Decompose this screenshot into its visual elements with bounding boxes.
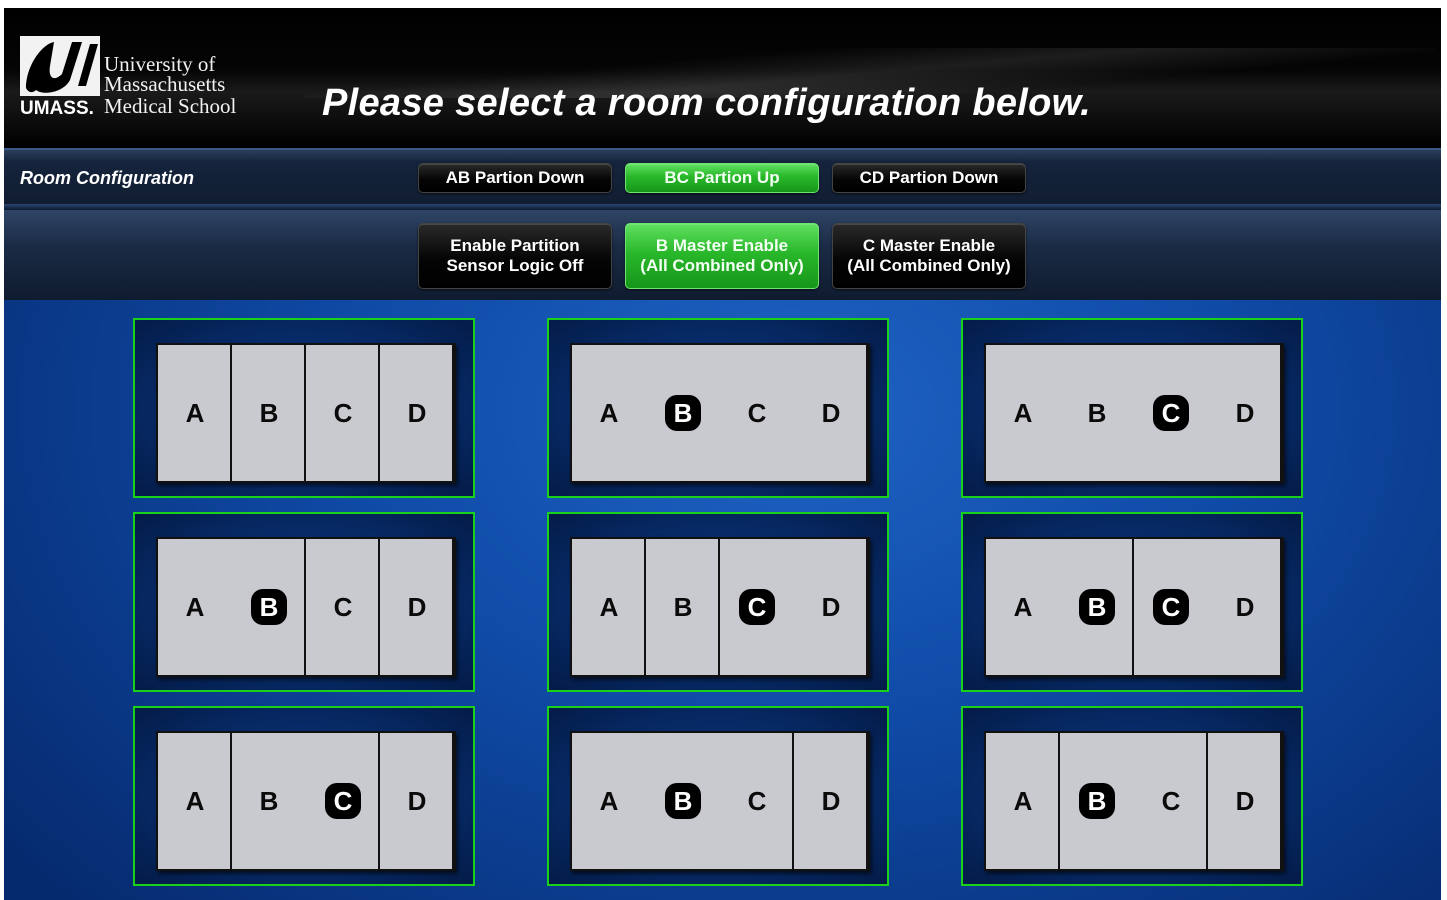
room-label-c-master: C [1153, 395, 1189, 431]
button-label: CD Partion Down [859, 168, 999, 187]
room-diagram: A B C D [156, 731, 456, 871]
room-config-option-5[interactable]: A B C D [547, 512, 889, 692]
button-label-line2: (All Combined Only) [847, 256, 1011, 275]
room-label-a: A [1013, 398, 1033, 428]
room-diagram: A B C D [984, 537, 1284, 677]
bc-partition-up-button[interactable]: BC Partion Up [625, 163, 819, 193]
room-config-option-4[interactable]: A B C D [133, 512, 475, 692]
room-config-option-8[interactable]: A B C D [547, 706, 889, 886]
room-label-c: C [333, 398, 353, 428]
logo-line-3: Medical School [104, 94, 237, 118]
room-label-d: D [407, 592, 427, 622]
room-config-option-3[interactable]: A B C D [961, 318, 1303, 498]
room-label-c: C [747, 786, 767, 816]
room-label-b: B [259, 786, 279, 816]
enable-partition-sensor-button[interactable]: Enable Partition Sensor Logic Off [418, 223, 612, 289]
room-label-d: D [821, 786, 841, 816]
room-diagram: A B C D [570, 537, 870, 677]
button-label: BC Partion Up [664, 168, 780, 187]
room-diagram: A B C D [984, 731, 1284, 871]
room-label-b: B [1087, 398, 1107, 428]
config-bar: Room Configuration AB Partion Down BC Pa… [4, 148, 1441, 300]
room-label-b-master: B [251, 589, 287, 625]
cd-partition-down-button[interactable]: CD Partion Down [832, 163, 1026, 193]
c-master-enable-button[interactable]: C Master Enable (All Combined Only) [832, 223, 1026, 289]
room-diagram: A B C D [570, 731, 870, 871]
room-config-option-9[interactable]: A B C D [961, 706, 1303, 886]
room-label-d: D [821, 398, 841, 428]
room-diagram: A B C D [570, 343, 870, 483]
logo-umass-wordmark: UMASS. [20, 98, 94, 119]
room-label-a: A [599, 398, 619, 428]
room-config-option-6[interactable]: A B C D [961, 512, 1303, 692]
room-label-a: A [1013, 592, 1033, 622]
button-label-line1: C Master Enable [862, 236, 996, 255]
header: University of Massachusetts UMASS. Medic… [4, 8, 1441, 148]
room-diagram: A B C D [156, 537, 456, 677]
room-label-c-master: C [739, 589, 775, 625]
ab-partition-down-button[interactable]: AB Partion Down [418, 163, 612, 193]
button-label-line1: Enable Partition [450, 236, 580, 255]
room-label-a: A [599, 786, 619, 816]
button-label-line2: (All Combined Only) [640, 256, 804, 275]
room-label-b-master: B [665, 783, 701, 819]
room-config-option-7[interactable]: A B C D [133, 706, 475, 886]
room-label-a: A [599, 592, 619, 622]
room-config-option-2[interactable]: A B C D [547, 318, 889, 498]
room-diagram: A B C D [156, 343, 456, 483]
room-config-option-1[interactable]: A B C D [133, 318, 475, 498]
room-label-a: A [185, 786, 205, 816]
room-label-a: A [1013, 786, 1033, 816]
button-label: AB Partion Down [445, 168, 585, 187]
room-label-d: D [1235, 398, 1255, 428]
b-master-enable-button[interactable]: B Master Enable (All Combined Only) [625, 223, 819, 289]
room-label-b-master: B [1079, 589, 1115, 625]
room-label-a: A [185, 592, 205, 622]
touch-panel: University of Massachusetts UMASS. Medic… [4, 8, 1441, 900]
umass-logo: University of Massachusetts UMASS. Medic… [20, 36, 260, 121]
room-label-b: B [673, 592, 693, 622]
room-label-d: D [1235, 592, 1255, 622]
room-label-c-master: C [325, 783, 361, 819]
button-label-line2: Sensor Logic Off [446, 256, 584, 275]
room-diagram: A B C D [984, 343, 1284, 483]
room-label-c: C [747, 398, 767, 428]
room-label-a: A [185, 398, 205, 428]
room-label-c: C [1161, 786, 1181, 816]
room-label-c-master: C [1153, 589, 1189, 625]
room-label-d: D [407, 786, 427, 816]
button-label-line1: B Master Enable [655, 236, 789, 255]
page-title: Please select a room configuration below… [322, 82, 1091, 124]
room-label-b-master: B [1079, 783, 1115, 819]
logo-line-2: Massachusetts [104, 72, 226, 96]
room-label-c: C [333, 592, 353, 622]
room-label-d: D [821, 592, 841, 622]
room-configuration-label: Room Configuration [20, 168, 194, 188]
room-label-b: B [259, 398, 279, 428]
room-label-d: D [1235, 786, 1255, 816]
room-label-d: D [407, 398, 427, 428]
room-label-b-master: B [665, 395, 701, 431]
